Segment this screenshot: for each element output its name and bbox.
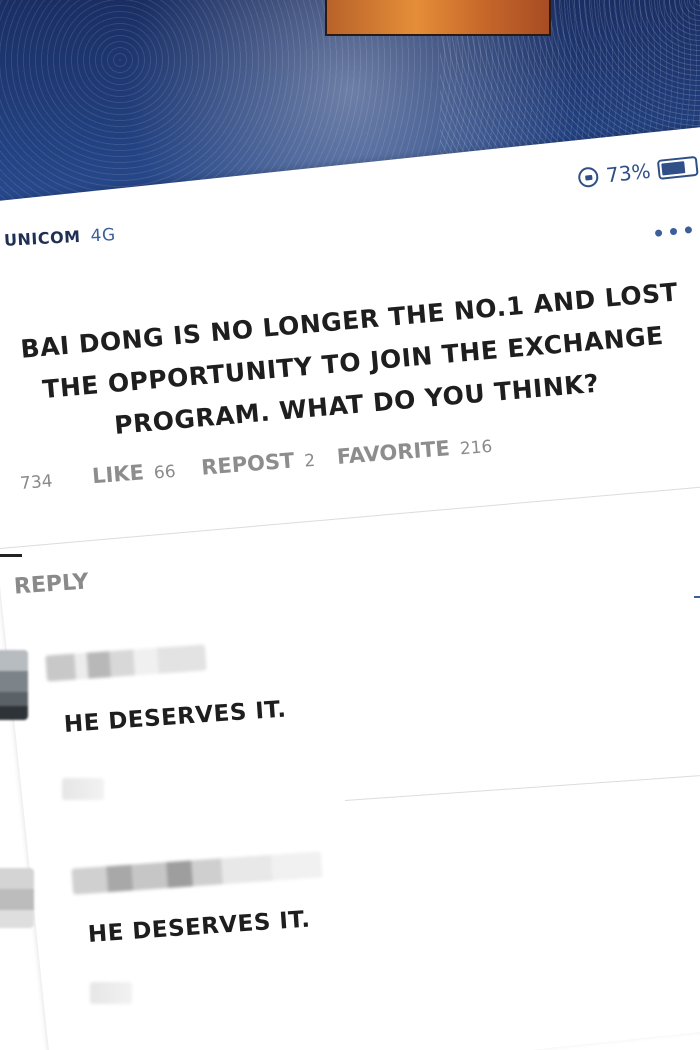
battery-level — [661, 161, 686, 176]
tab-active-indicator — [0, 554, 22, 557]
dot — [684, 226, 693, 234]
carrier-name: UNICOM — [3, 226, 82, 250]
avatar[interactable] — [0, 650, 28, 720]
repost-count: 2 — [303, 450, 316, 472]
battery-icon — [657, 155, 700, 180]
network-type: 4G — [90, 225, 117, 247]
scroll-edge-mark — [694, 596, 700, 598]
phone-screen — [0, 121, 700, 1050]
tab-reply[interactable]: REPLY — [13, 569, 89, 599]
blurred-comment-meta — [90, 982, 132, 1004]
favorite-count: 216 — [459, 436, 494, 460]
comic-panel: 73% UNICOM 4G BAI DONG IS NO LONGER THE … — [0, 0, 700, 1050]
like-button[interactable]: LIKE — [91, 460, 145, 488]
like-count: 66 — [153, 461, 177, 484]
photo-thumbnail — [325, 0, 551, 36]
battery-percent: 73% — [604, 158, 652, 188]
rotation-lock-icon — [577, 166, 600, 189]
view-count: 734 — [19, 471, 54, 494]
avatar[interactable] — [0, 868, 34, 928]
blurred-comment-meta — [62, 778, 104, 800]
dot — [669, 227, 678, 236]
dot — [654, 229, 663, 237]
